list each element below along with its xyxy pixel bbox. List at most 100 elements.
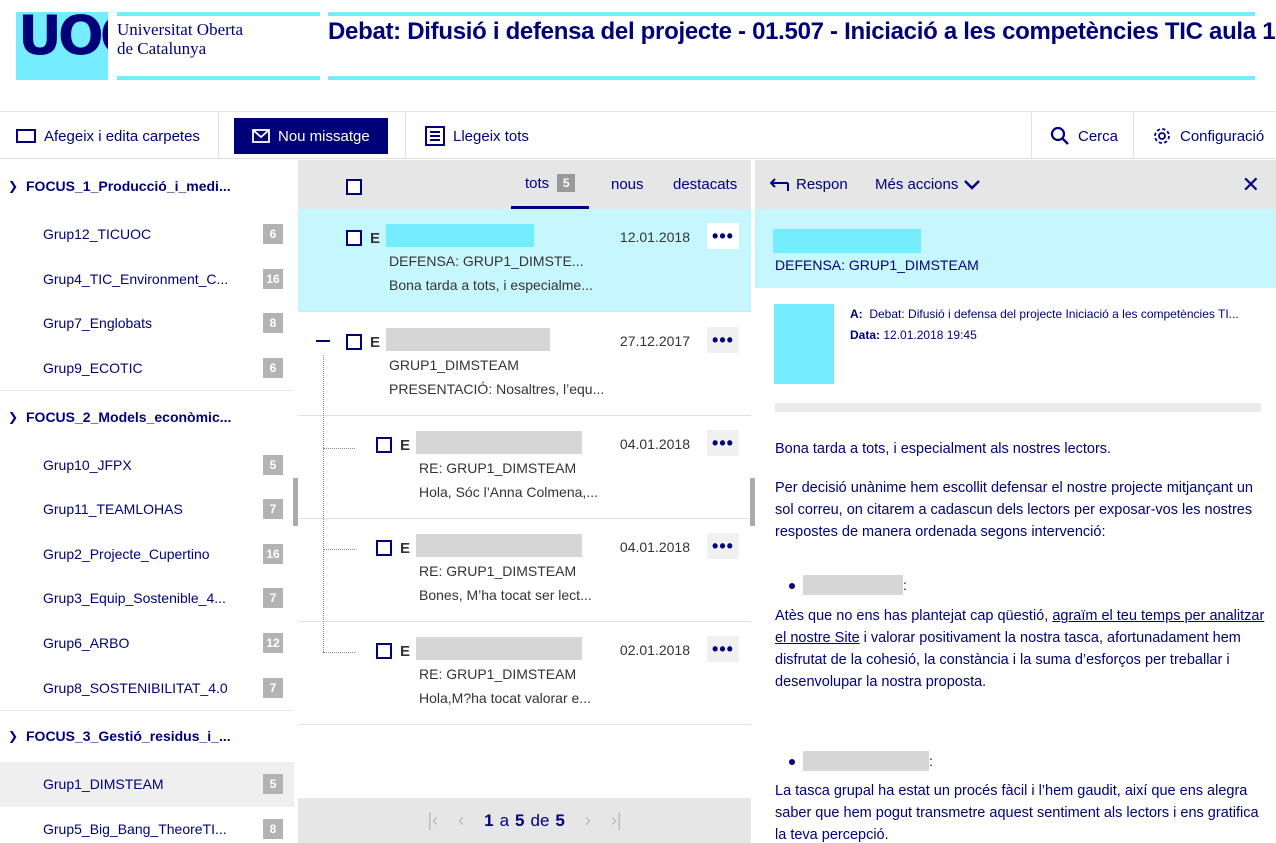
count-badge: 6	[263, 358, 283, 379]
message-checkbox[interactable]	[346, 230, 362, 246]
count-badge: 5	[263, 454, 283, 475]
toolbar-divider	[218, 113, 219, 159]
toolbar: Afegeix i edita carpetes Nou missatge Ll…	[0, 113, 1276, 159]
chevron-down-icon: ❯	[8, 729, 19, 744]
thread-line	[323, 355, 324, 652]
message-preview: Bones, M’ha tocat ser lect...	[419, 587, 592, 603]
page-to: 5	[515, 810, 525, 830]
page-from: 1	[484, 810, 494, 830]
reply-icon	[770, 177, 789, 191]
sidebar-item-active[interactable]: Grup1_DIMSTEAM 5	[0, 761, 294, 807]
sidebar-item[interactable]: Grup11_TEAMLOHAS 7	[0, 487, 294, 532]
message-subject: DEFENSA: GRUP1_DIMSTEAM	[775, 257, 979, 273]
reply-button[interactable]: Respon	[770, 160, 848, 209]
thread-branch	[323, 652, 355, 653]
message-row[interactable]: E 04.01.2018 ••• RE: GRUP1_DIMSTEAM Hola…	[298, 416, 751, 519]
search-button[interactable]: Cerca	[1050, 118, 1118, 154]
sidebar-item[interactable]: Grup9_ECOTIC 6	[0, 346, 294, 391]
header-bar-bottom	[117, 76, 320, 80]
group-header-focus-3[interactable]: ❯ FOCUS_3_Gestió_residus_i_...	[0, 709, 294, 762]
prev-page-icon[interactable]: ‹	[458, 810, 464, 831]
group-header-focus-1[interactable]: ❯ FOCUS_1_Producció_i_medi...	[0, 160, 294, 212]
next-page-icon[interactable]: ›	[585, 810, 591, 831]
thread-branch	[323, 448, 355, 449]
page-header: UOC Universitat Oberta de Catalunya Deba…	[0, 0, 1276, 112]
bullet	[789, 583, 795, 589]
new-message-button[interactable]: Nou missatge	[234, 118, 388, 154]
pagination: |‹ ‹ 1 a 5 de 5 › ›|	[298, 798, 751, 843]
toolbar-divider	[1133, 113, 1134, 159]
select-all-checkbox[interactable]	[346, 179, 362, 195]
settings-button[interactable]: Configuració	[1152, 118, 1264, 154]
university-name: Universitat Oberta de Catalunya	[117, 20, 244, 58]
divider	[775, 403, 1261, 412]
page-title: Debat: Difusió i defensa del projecte - …	[328, 18, 1276, 45]
message-subject: GRUP1_DIMSTEAM	[389, 357, 519, 373]
message-date: 04.01.2018	[619, 436, 690, 452]
date-line: Data: 12.01.2018 19:45	[850, 328, 977, 342]
message-preview: Hola, Sóc l’Anna Colmena,...	[419, 484, 598, 500]
bullet	[789, 759, 795, 765]
message-row[interactable]: E 04.01.2018 ••• RE: GRUP1_DIMSTEAM Bone…	[298, 519, 751, 622]
more-actions-dropdown[interactable]: Més accions	[875, 160, 981, 209]
redacted-sender	[416, 534, 582, 557]
message-row-selected[interactable]: E 12.01.2018 ••• DEFENSA: GRUP1_DIMSTE..…	[298, 209, 751, 312]
more-actions-button[interactable]: •••	[707, 533, 739, 559]
tab-new[interactable]: nous	[611, 160, 644, 209]
first-page-icon[interactable]: |‹	[427, 810, 438, 831]
message-row[interactable]: E 27.12.2017 ••• GRUP1_DIMSTEAM PRESENTA…	[298, 313, 751, 416]
list-header: tots 5 nous destacats	[298, 160, 751, 209]
message-list: tots 5 nous destacats E 12.01.2018 ••• DE…	[298, 160, 751, 843]
tab-featured[interactable]: destacats	[673, 160, 737, 209]
sidebar-item[interactable]: Grup4_TIC_Environment_C... 16	[0, 257, 294, 302]
uoc-logo[interactable]: UOC	[16, 12, 108, 80]
read-all-icon	[425, 126, 445, 146]
reader-toolbar: Respon Més accions ✕	[755, 160, 1276, 209]
avatar	[774, 304, 834, 384]
redacted-sender	[386, 224, 534, 247]
sidebar-item[interactable]: Grup12_TICUOC 6	[0, 212, 294, 257]
message-flag: E	[370, 230, 381, 247]
more-actions-button[interactable]: •••	[707, 430, 739, 456]
sidebar-item[interactable]: Grup3_Equip_Sostenible_4... 7	[0, 576, 294, 621]
message-checkbox[interactable]	[376, 437, 392, 453]
message-checkbox[interactable]	[346, 334, 362, 350]
message-date: 04.01.2018	[619, 539, 690, 555]
sidebar-item[interactable]: Grup10_JFPX 5	[0, 442, 294, 487]
folders-button[interactable]: Afegeix i edita carpetes	[16, 118, 200, 154]
envelope-icon	[252, 129, 270, 143]
message-subject: RE: GRUP1_DIMSTEAM	[419, 563, 577, 579]
last-page-icon[interactable]: ›|	[611, 810, 622, 831]
more-actions-button[interactable]: •••	[707, 636, 739, 662]
more-actions-button[interactable]: •••	[707, 327, 739, 353]
folder-sidebar: ❯ FOCUS_1_Producció_i_medi... Grup12_TICU…	[0, 160, 294, 843]
group-header-focus-2[interactable]: ❯ FOCUS_2_Models_econòmic...	[0, 390, 294, 442]
tab-all[interactable]: tots 5	[511, 160, 590, 209]
count-badge: 7	[263, 677, 283, 698]
message-checkbox[interactable]	[376, 540, 392, 556]
body-paragraph: La tasca grupal ha estat un procés fàcil…	[775, 783, 1259, 843]
sidebar-item[interactable]: Grup8_SOSTENIBILITAT_4.0 7	[0, 665, 294, 710]
message-subject: RE: GRUP1_DIMSTEAM	[419, 666, 577, 682]
message-flag: E	[400, 437, 411, 454]
message-subject-header: DEFENSA: GRUP1_DIMSTEAM	[755, 209, 1276, 288]
message-row[interactable]: E 02.01.2018 ••• RE: GRUP1_DIMSTEAM Hola…	[298, 622, 751, 725]
message-subject: DEFENSA: GRUP1_DIMSTE...	[389, 253, 584, 269]
sidebar-item[interactable]: Grup2_Projecte_Cupertino 16	[0, 532, 294, 577]
sidebar-item[interactable]: Grup6_ARBO 12	[0, 621, 294, 666]
sidebar-item[interactable]: Grup7_Englobats 8	[0, 301, 294, 346]
more-actions-button[interactable]: •••	[707, 223, 739, 249]
count-badge: 12	[263, 633, 283, 654]
sidebar-item[interactable]: Grup5_Big_Bang_TheoreTI... 8	[0, 807, 294, 843]
close-icon[interactable]: ✕	[1242, 172, 1260, 198]
title-bar-bottom	[328, 76, 1255, 80]
read-all-button[interactable]: Llegeix tots	[425, 118, 529, 154]
toolbar-divider	[405, 113, 406, 159]
message-preview: Hola,M?ha tocat valorar e...	[419, 690, 591, 706]
collapse-thread-icon[interactable]	[316, 340, 330, 342]
message-flag: E	[370, 334, 381, 351]
message-checkbox[interactable]	[376, 643, 392, 659]
message-subject: RE: GRUP1_DIMSTEAM	[419, 460, 577, 476]
chevron-down-icon: ❯	[8, 409, 19, 424]
count-badge: 5	[557, 174, 576, 192]
